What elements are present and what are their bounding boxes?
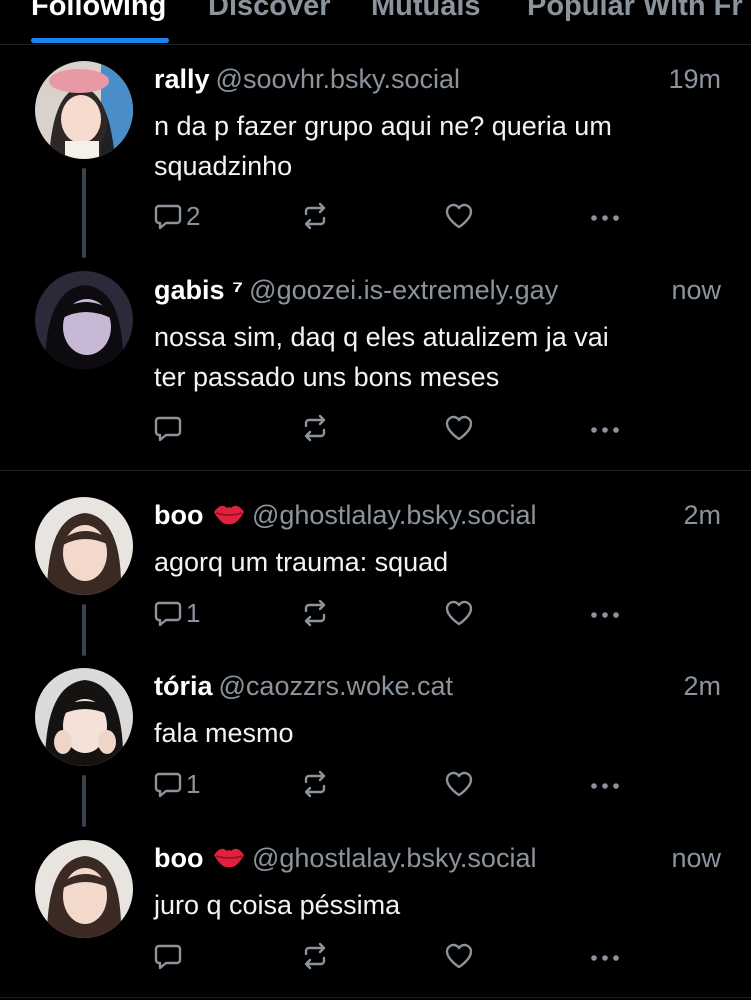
post-text: fala mesmo [154, 718, 294, 748]
post-timestamp[interactable]: 19m [668, 64, 721, 95]
repost-button[interactable] [300, 411, 330, 445]
post-text: n da p fazer grupo aqui ne? queria um sq… [154, 111, 612, 181]
post-actions: 2 [154, 199, 634, 233]
tab-popular-with-friends[interactable]: Popular With Fr [527, 0, 743, 24]
speech-bubble-icon [154, 601, 182, 627]
speech-bubble-icon [154, 416, 182, 442]
kiss-lips-emoji [213, 848, 244, 868]
reply-button[interactable] [154, 411, 186, 445]
heart-icon [445, 203, 473, 229]
ellipsis-icon [591, 215, 619, 221]
reply-count: 1 [186, 768, 201, 799]
author-handle[interactable]: @soovhr.bsky.social [216, 64, 461, 94]
like-button[interactable] [444, 767, 474, 801]
more-options-button[interactable] [588, 939, 622, 973]
post-timestamp[interactable]: 2m [683, 671, 721, 702]
reply-count: 2 [186, 200, 201, 231]
author-name[interactable]: gabis ⁷ [154, 275, 243, 305]
tab-mutuals[interactable]: Mutuals [371, 0, 481, 24]
thread-divider [0, 470, 751, 471]
author-name[interactable]: rally [154, 64, 210, 94]
author-handle[interactable]: @ghostlalay.bsky.social [252, 843, 537, 873]
ellipsis-icon [591, 612, 619, 618]
post-text: nossa sim, daq q eles atualizem ja vai t… [154, 322, 609, 392]
tab-discover[interactable]: Discover [208, 0, 331, 24]
like-button[interactable] [444, 411, 474, 445]
avatar[interactable] [35, 840, 133, 938]
more-options-button[interactable] [588, 596, 622, 630]
author-handle[interactable]: @ghostlalay.bsky.social [252, 500, 537, 530]
more-options-button[interactable] [588, 767, 622, 801]
reply-count: 1 [186, 597, 201, 628]
post-actions: 1 [154, 767, 634, 801]
feed-tabs: Following Discover Mutuals Popular With … [0, 0, 751, 45]
repost-arrows-icon [304, 202, 326, 230]
author-handle[interactable]: @caozzrs.woke.cat [219, 671, 453, 701]
heart-icon [445, 943, 473, 969]
ellipsis-icon [591, 427, 619, 433]
post-timestamp[interactable]: now [671, 275, 721, 306]
repost-arrows-icon [304, 414, 326, 442]
ellipsis-icon [591, 783, 619, 789]
author-name[interactable]: boo [154, 843, 203, 873]
avatar[interactable] [35, 668, 133, 766]
speech-bubble-icon [154, 204, 182, 230]
post-timestamp[interactable]: now [671, 843, 721, 874]
author-name[interactable]: boo [154, 500, 203, 530]
speech-bubble-icon [154, 944, 182, 970]
thread-line [82, 604, 86, 656]
more-options-button[interactable] [588, 199, 622, 233]
repost-button[interactable] [300, 939, 330, 973]
repost-arrows-icon [304, 770, 326, 798]
avatar[interactable] [35, 271, 133, 369]
heart-icon [445, 771, 473, 797]
post-timestamp[interactable]: 2m [683, 500, 721, 531]
post-actions: 1 [154, 596, 634, 630]
avatar[interactable] [35, 61, 133, 159]
like-button[interactable] [444, 596, 474, 630]
speech-bubble-icon [154, 772, 182, 798]
thread-line [82, 775, 86, 827]
post-text: agorq um trauma: squad [154, 547, 449, 577]
more-options-button[interactable] [588, 411, 622, 445]
post-text: juro q coisa péssima [154, 890, 401, 920]
heart-icon [445, 415, 473, 441]
repost-button[interactable] [300, 596, 330, 630]
reply-button[interactable]: 1 [154, 767, 200, 801]
repost-arrows-icon [304, 599, 326, 627]
like-button[interactable] [444, 939, 474, 973]
avatar[interactable] [35, 497, 133, 595]
repost-button[interactable] [300, 767, 330, 801]
repost-arrows-icon [304, 942, 326, 970]
author-handle[interactable]: @goozei.is-extremely.gay [249, 275, 558, 305]
reply-button[interactable]: 1 [154, 596, 200, 630]
thread-line [82, 168, 86, 258]
kiss-lips-emoji [213, 505, 244, 525]
active-tab-indicator [31, 38, 169, 43]
feed-app: Following Discover Mutuals Popular With … [0, 0, 751, 1000]
tab-following[interactable]: Following [31, 0, 166, 24]
author-name[interactable]: tória [154, 671, 213, 701]
thread-divider [0, 997, 751, 998]
ellipsis-icon [591, 955, 619, 961]
reply-button[interactable]: 2 [154, 199, 200, 233]
heart-icon [445, 600, 473, 626]
post-actions [154, 939, 634, 973]
reply-button[interactable] [154, 939, 186, 973]
like-button[interactable] [444, 199, 474, 233]
post-actions [154, 411, 634, 445]
repost-button[interactable] [300, 199, 330, 233]
